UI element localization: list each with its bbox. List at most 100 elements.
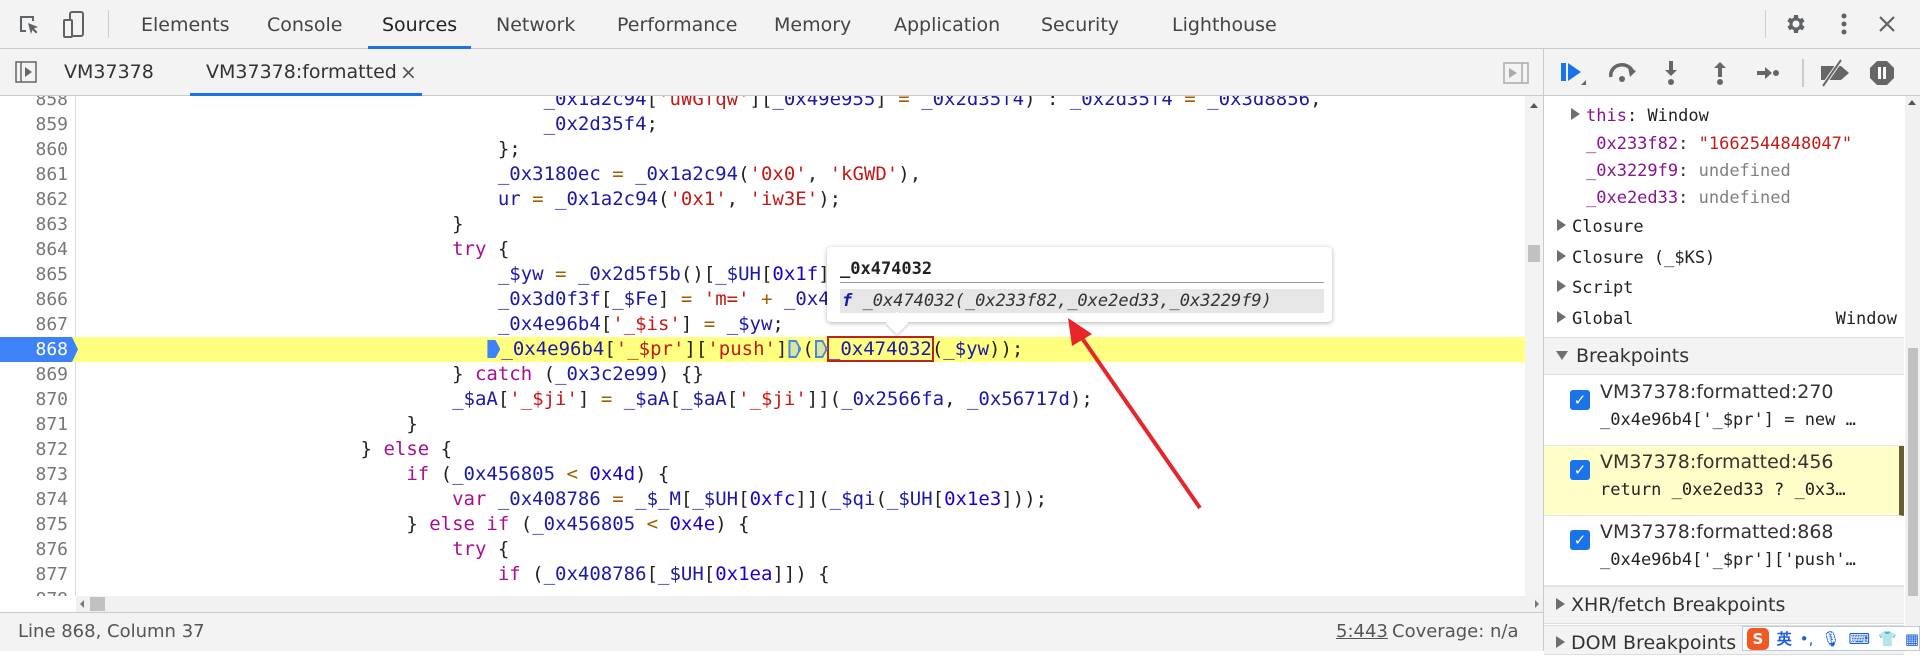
breakpoints-header[interactable]: Breakpoints [1544, 337, 1904, 375]
line-number[interactable]: 861 [0, 162, 68, 187]
step-into-icon[interactable] [1661, 59, 1681, 87]
scroll-left-icon[interactable] [80, 600, 84, 608]
expand-arrow-icon[interactable] [1557, 250, 1566, 262]
line-number[interactable]: 860 [0, 137, 68, 162]
tab-elements[interactable]: Elements [141, 0, 230, 48]
breakpoint-location[interactable]: VM37378:formatted:868 [1600, 521, 1834, 543]
step-icon[interactable] [1755, 63, 1781, 83]
deactivate-breakpoints-icon[interactable] [1818, 59, 1852, 87]
code-line[interactable]: 870 _$aA['_$ji'] = _$aA[_$aA['_$ji']](_0x… [0, 387, 1525, 412]
line-number[interactable]: 859 [0, 112, 68, 137]
tab-security[interactable]: Security [1041, 0, 1119, 48]
line-number[interactable]: 862 [0, 187, 68, 212]
scope-closure[interactable]: Closure [1557, 214, 1644, 240]
scroll-up-icon[interactable] [1908, 100, 1916, 105]
line-number[interactable]: 869 [0, 362, 68, 387]
code-line[interactable]: 877 if (_0x408786[_$UH[0x1ea]]) { [0, 562, 1525, 587]
tab-console[interactable]: Console [267, 0, 342, 48]
line-number[interactable]: 867 [0, 312, 68, 337]
code-line[interactable]: 876 try { [0, 537, 1525, 562]
horizontal-scrollbar[interactable] [76, 596, 1543, 612]
breakpoint-location[interactable]: VM37378:formatted:456 [1600, 451, 1834, 473]
breakpoint-checkbox[interactable]: ✓ [1570, 530, 1590, 550]
breakpoint-checkbox[interactable]: ✓ [1570, 390, 1590, 410]
toggle-debugger-icon[interactable] [1502, 61, 1530, 85]
more-options-icon[interactable] [1834, 11, 1854, 37]
scope-var[interactable]: _0x233f82: "1662544848047" [1586, 131, 1852, 157]
scope-script[interactable]: Script [1557, 275, 1633, 301]
line-number[interactable]: 871 [0, 412, 68, 437]
line-number[interactable]: 866 [0, 287, 68, 312]
scope-this[interactable]: this: Window [1571, 103, 1709, 129]
ime-toolbar[interactable]: S 英 •, 🎙 ⌨ 👕 ▦ [1742, 626, 1920, 651]
line-number[interactable]: 872 [0, 437, 68, 462]
line-number[interactable]: 864 [0, 237, 68, 262]
ime-punctuation[interactable]: •, [1800, 630, 1814, 648]
code-line[interactable]: 869} catch (_0x3c2e99) {} [0, 362, 1525, 387]
line-number[interactable]: 878 [0, 587, 68, 596]
close-tab-icon[interactable]: × [400, 49, 417, 95]
expand-arrow-icon[interactable] [1557, 280, 1566, 292]
ime-language[interactable]: 英 [1777, 628, 1792, 649]
expand-arrow-icon[interactable] [1571, 108, 1580, 120]
scope-var[interactable]: _0x3229f9: undefined [1586, 158, 1791, 184]
inline-breakpoint-icon[interactable] [487, 340, 501, 358]
expand-arrow-icon[interactable] [1556, 598, 1565, 610]
microphone-icon[interactable]: 🎙 [1821, 630, 1840, 648]
scrollbar-thumb[interactable] [1528, 245, 1540, 262]
code-line[interactable]: 861 _0x3180ec = _0x1a2c94('0x0', 'kGWD'), [0, 162, 1525, 187]
expand-arrow-icon[interactable] [1556, 636, 1565, 648]
line-number[interactable]: 870 [0, 387, 68, 412]
scope-var[interactable]: _0xe2ed33: undefined [1586, 185, 1791, 211]
toggle-navigator-icon[interactable] [14, 61, 38, 83]
breakpoint-location[interactable]: VM37378:formatted:270 [1600, 381, 1834, 403]
collapse-arrow-icon[interactable] [1556, 351, 1568, 360]
tab-application[interactable]: Application [894, 0, 1000, 48]
breakpoint-item[interactable]: ✓ VM37378:formatted:868 _0x4e96b4['_$pr'][… [1544, 516, 1904, 586]
expand-arrow-icon[interactable] [1557, 311, 1566, 323]
scrollbar-thumb[interactable] [1908, 348, 1918, 596]
function-signature[interactable]: f _0x474032(_0x233f82,_0xe2ed33,_0x3229f… [840, 289, 1324, 313]
scope-closure-ks[interactable]: Closure (_$KS) [1557, 245, 1715, 271]
line-number[interactable]: 875 [0, 512, 68, 537]
expand-arrow-icon[interactable] [1557, 219, 1566, 231]
settings-gear-icon[interactable] [1782, 11, 1808, 37]
inline-breakpoint-icon[interactable] [814, 340, 828, 358]
breakpoint-item[interactable]: ✓ VM37378:formatted:270 _0x4e96b4['_$pr'] … [1544, 376, 1904, 446]
tab-performance[interactable]: Performance [617, 0, 737, 48]
code-line[interactable]: 872} else { [0, 437, 1525, 462]
tab-memory[interactable]: Memory [774, 0, 851, 48]
code-line[interactable]: 862 ur = _0x1a2c94('0x1', 'iw3E'); [0, 187, 1525, 212]
inline-breakpoint-icon[interactable] [788, 340, 802, 358]
code-line[interactable]: 863} [0, 212, 1525, 237]
toolbox-icon[interactable]: ▦ [1905, 630, 1919, 648]
code-line[interactable]: 873 if (_0x456805 < 0x4d) { [0, 462, 1525, 487]
keyboard-icon[interactable]: ⌨ [1848, 630, 1870, 648]
code-line[interactable]: 859 _0x2d35f4; [0, 112, 1525, 137]
line-number[interactable]: 858 [0, 96, 68, 112]
code-line[interactable]: 860}; [0, 137, 1525, 162]
xhr-breakpoints-header[interactable]: XHR/fetch Breakpoints [1544, 586, 1904, 624]
code-line[interactable]: 858 _0x1a2c94['uWGfqw'][_0x49e955] = _0x2… [0, 96, 1525, 112]
line-number[interactable]: 876 [0, 537, 68, 562]
code-line[interactable]: 878 [0, 587, 1525, 596]
breakpoint-item[interactable]: ✓ VM37378:formatted:456 return _0xe2ed33 ?… [1544, 446, 1904, 516]
tab-lighthouse[interactable]: Lighthouse [1172, 0, 1277, 48]
file-tab-vm37378-formatted[interactable]: VM37378:formatted [206, 49, 397, 95]
vertical-scrollbar[interactable] [1525, 96, 1543, 596]
line-number[interactable]: 877 [0, 562, 68, 587]
line-number[interactable]: 863 [0, 212, 68, 237]
step-out-icon[interactable] [1710, 59, 1730, 87]
code-editor[interactable]: 858 _0x1a2c94['uWGfqw'][_0x49e955] = _0x2… [0, 96, 1525, 596]
sidebar-scrollbar[interactable] [1905, 96, 1920, 651]
line-number[interactable]: 868 [0, 337, 68, 362]
skin-icon[interactable]: 👕 [1878, 630, 1897, 648]
tab-network[interactable]: Network [496, 0, 575, 48]
step-over-icon[interactable] [1608, 61, 1638, 85]
line-number[interactable]: 865 [0, 262, 68, 287]
device-toolbar-icon[interactable] [62, 11, 86, 39]
sogou-logo-icon[interactable]: S [1747, 627, 1769, 650]
scrollbar-thumb[interactable] [90, 597, 105, 611]
line-number[interactable]: 874 [0, 487, 68, 512]
scroll-right-icon[interactable] [1535, 600, 1539, 608]
